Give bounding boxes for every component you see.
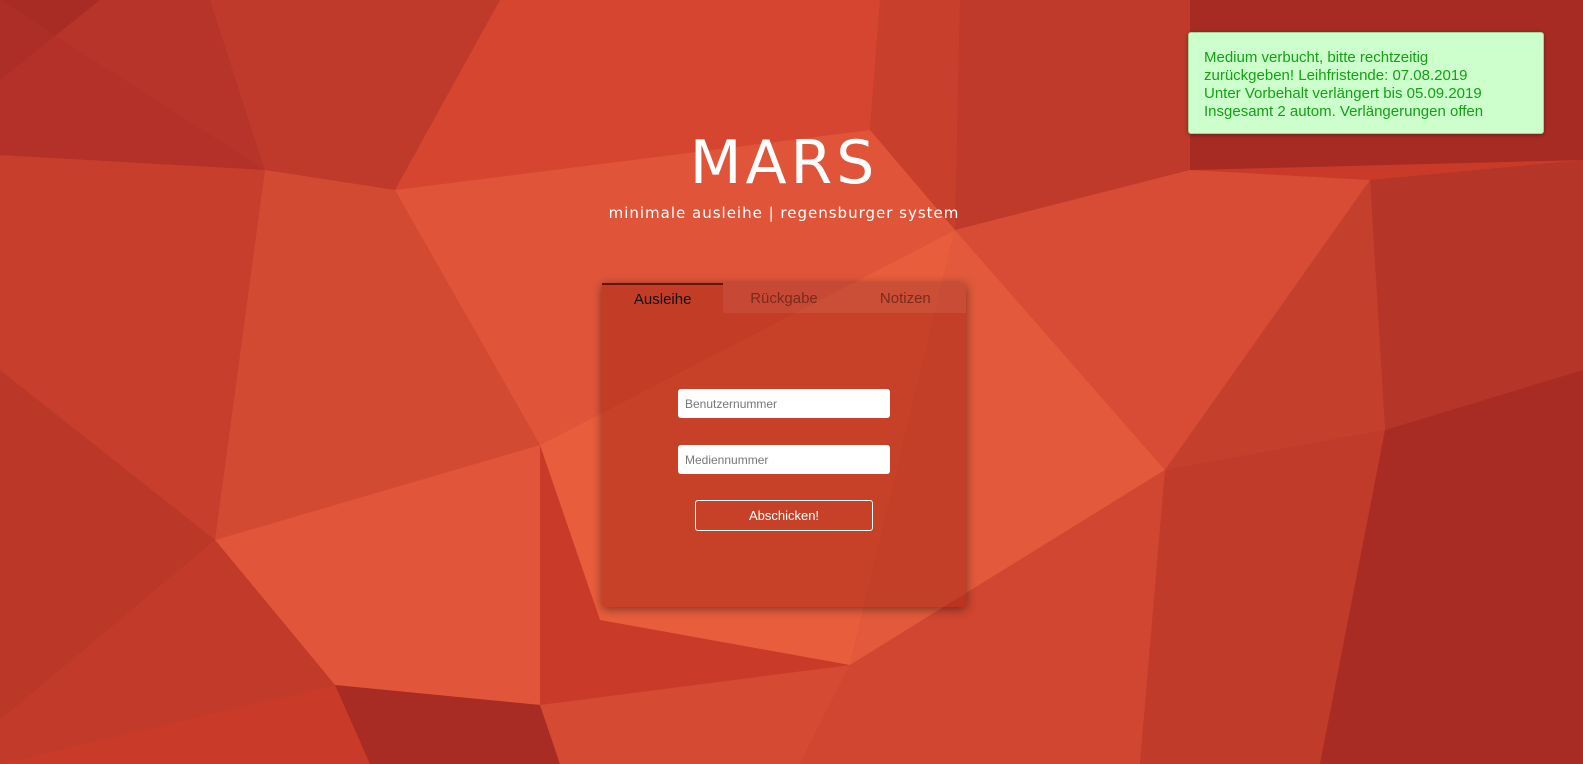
submit-button[interactable]: Abschicken!	[695, 500, 873, 531]
tab-rueckgabe[interactable]: Rückgabe	[723, 283, 845, 313]
media-number-input[interactable]	[678, 445, 890, 474]
loan-panel: Ausleihe Rückgabe Notizen Abschicken!	[602, 283, 966, 607]
tab-ausleihe[interactable]: Ausleihe	[602, 283, 724, 313]
brand-header: MARS minimale ausleihe | regensburger sy…	[0, 128, 1568, 222]
tab-notizen[interactable]: Notizen	[844, 283, 966, 313]
notification-line: zurückgeben! Leihfristende: 07.08.2019	[1204, 67, 1468, 84]
success-notification: Medium verbucht, bitte rechtzeitig zurüc…	[1188, 32, 1544, 134]
tab-bar: Ausleihe Rückgabe Notizen	[602, 283, 966, 313]
app-title: MARS	[689, 128, 879, 198]
notification-line: Unter Vorbehalt verlängert bis 05.09.201…	[1204, 85, 1482, 102]
app-subtitle: minimale ausleihe | regensburger system	[608, 204, 960, 222]
notification-line: Insgesamt 2 autom. Verlängerungen offen	[1204, 103, 1484, 120]
notification-line: Medium verbucht, bitte rechtzeitig	[1204, 49, 1429, 66]
user-number-input[interactable]	[678, 389, 890, 418]
